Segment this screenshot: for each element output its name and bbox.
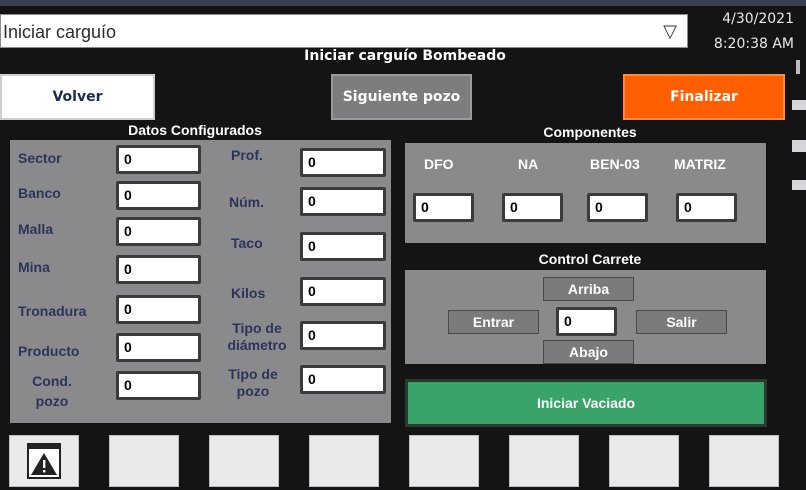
matriz-label: MATRIZ	[674, 156, 726, 172]
screen-select[interactable]: Iniciar carguío ▽	[0, 14, 688, 48]
dfo-label: DFO	[424, 156, 454, 172]
abajo-button[interactable]: Abajo	[543, 340, 634, 364]
dfo-field[interactable]: 0	[413, 193, 474, 222]
kilos-label: Kilos	[231, 285, 266, 301]
tipo-diametro-field[interactable]: 0	[300, 321, 386, 350]
malla-field[interactable]: 0	[116, 217, 201, 246]
matriz-field[interactable]: 0	[676, 193, 737, 222]
tronadura-field[interactable]: 0	[116, 295, 201, 324]
arriba-button[interactable]: Arriba	[543, 277, 634, 301]
tipo-pozo-field[interactable]: 0	[300, 365, 386, 394]
na-field[interactable]: 0	[502, 193, 563, 222]
date-label: 4/30/2021	[722, 11, 794, 27]
tronadura-label: Tronadura	[18, 303, 87, 319]
iniciar-vaciado-button[interactable]: Iniciar Vaciado	[405, 379, 767, 427]
sector-label: Sector	[18, 150, 62, 166]
banco-field[interactable]: 0	[116, 181, 201, 210]
function-key-3[interactable]	[209, 435, 279, 487]
num-field[interactable]: 0	[300, 187, 386, 216]
tipo-pozo-label: Tipo de pozo	[228, 366, 278, 399]
sector-field[interactable]: 0	[116, 145, 201, 174]
producto-field[interactable]: 0	[116, 333, 201, 362]
function-key-7[interactable]	[609, 435, 679, 487]
na-label: NA	[518, 156, 539, 172]
function-key-5[interactable]	[409, 435, 479, 487]
prof-label: Prof.	[231, 147, 263, 163]
time-label: 8:20:38 AM	[713, 36, 794, 52]
taco-field[interactable]: 0	[300, 232, 386, 261]
function-key-4[interactable]	[309, 435, 379, 487]
ben03-field[interactable]: 0	[587, 193, 648, 222]
function-key-8[interactable]	[709, 435, 779, 487]
control-heading: Control Carrete	[538, 251, 642, 267]
function-key-2[interactable]	[109, 435, 179, 487]
producto-label: Producto	[18, 343, 80, 359]
salir-button[interactable]: Salir	[636, 310, 727, 334]
taco-label: Taco	[231, 235, 263, 251]
entrar-button[interactable]: Entrar	[448, 310, 539, 334]
mina-label: Mina	[18, 259, 50, 275]
warning-icon	[27, 443, 61, 479]
carrete-field[interactable]: 0	[556, 307, 617, 336]
screen-select-value: Iniciar carguío	[3, 22, 117, 42]
top-bar	[0, 0, 806, 6]
datos-heading: Datos Configurados	[128, 122, 262, 138]
mina-field[interactable]: 0	[116, 255, 201, 284]
page-title: Iniciar carguío Bombeado	[304, 48, 506, 64]
malla-label: Malla	[18, 221, 54, 237]
tipo-diametro-label: Tipo de diámetro	[227, 320, 287, 353]
siguiente-pozo-button[interactable]: Siguiente pozo	[331, 74, 472, 120]
function-key-6[interactable]	[509, 435, 579, 487]
side-scroll-strip	[792, 60, 806, 190]
volver-button[interactable]: Volver	[0, 74, 155, 120]
finalizar-button[interactable]: Finalizar	[623, 74, 785, 120]
num-label: Núm.	[229, 194, 264, 210]
kilos-field[interactable]: 0	[300, 277, 386, 306]
componentes-heading: Componentes	[543, 124, 637, 140]
prof-field[interactable]: 0	[300, 148, 386, 177]
function-key-1[interactable]	[9, 435, 79, 487]
chevron-down-icon: ▽	[663, 21, 677, 42]
ben03-label: BEN-03	[590, 156, 640, 172]
cond-pozo-label: Cond. pozo	[32, 373, 72, 409]
banco-label: Banco	[18, 185, 61, 201]
cond-pozo-field[interactable]: 0	[116, 371, 201, 400]
